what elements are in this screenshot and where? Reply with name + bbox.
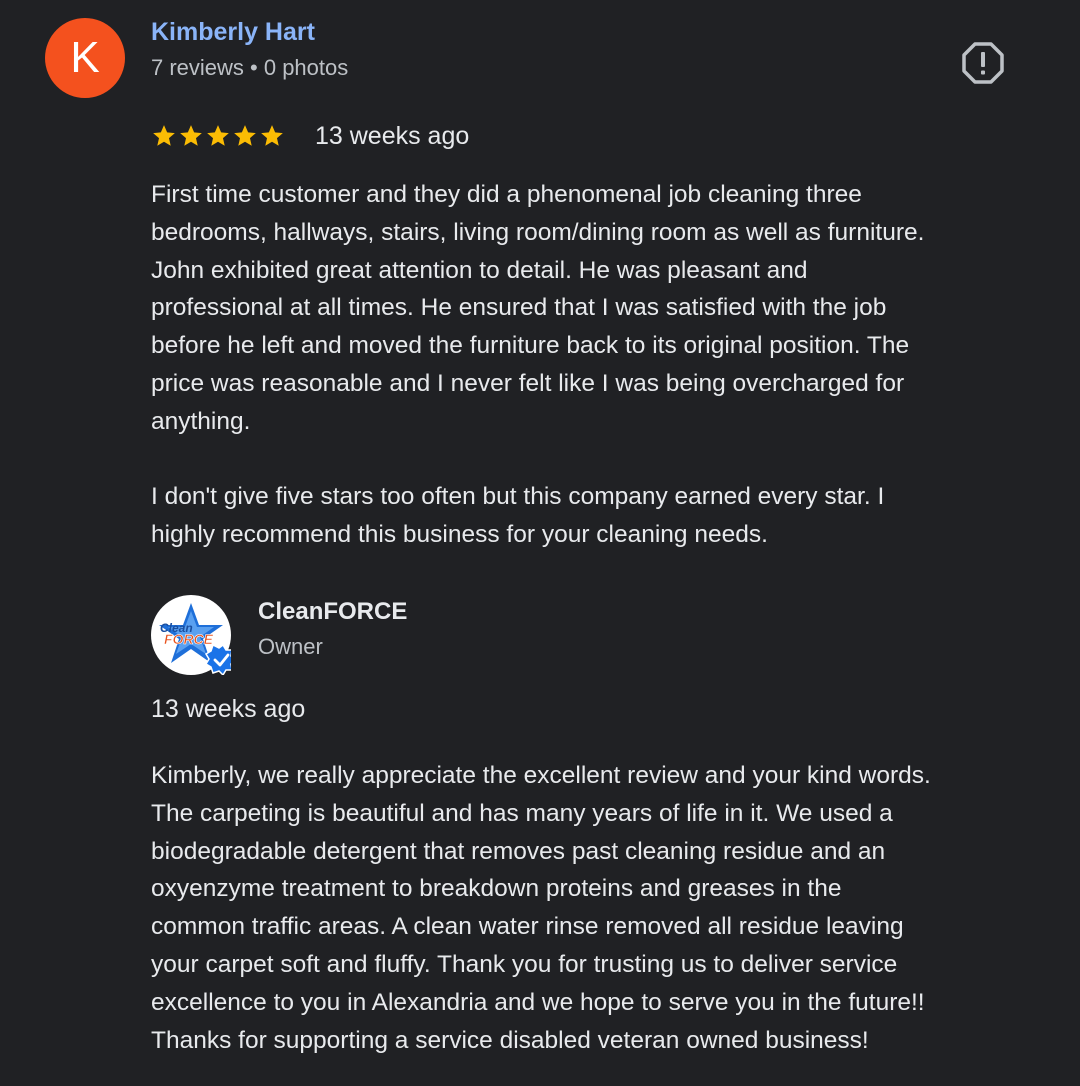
review-text-line: I don't give five stars too often but th… — [151, 483, 885, 511]
review-text-line: highly recommend this business for your … — [151, 521, 768, 549]
rating-row: 13 weeks ago — [151, 119, 469, 153]
reviewer-avatar[interactable]: K — [45, 18, 125, 98]
review-text-line: anything. — [151, 407, 251, 435]
star-icon — [261, 125, 283, 146]
review-text-line: First time customer and they did a pheno… — [151, 181, 862, 208]
star-icon — [207, 125, 229, 146]
star-icon — [180, 125, 202, 146]
report-review-button[interactable] — [956, 36, 1010, 90]
review-text: First time customer and they did a pheno… — [151, 176, 1046, 554]
review-text-line: professional at all times. He ensured th… — [151, 294, 887, 322]
review-text-line: John exhibited great attention to detail… — [151, 256, 808, 284]
response-text-line: Kimberly, we really appreciate the excel… — [151, 762, 931, 789]
logo-text-force: FORCE — [164, 631, 214, 647]
star-icon — [234, 125, 256, 146]
review-text-line: bedrooms, hallways, stairs, living room/… — [151, 218, 925, 246]
review-text-line: before he left and moved the furniture b… — [151, 332, 910, 360]
response-text-line: biodegradable detergent that removes pas… — [151, 837, 886, 865]
review-date: 13 weeks ago — [315, 121, 470, 150]
review-text-line: price was reasonable and I never felt li… — [151, 369, 905, 397]
response-text-line: Thanks for supporting a service disabled… — [151, 1026, 869, 1054]
owner-response-text: Kimberly, we really appreciate the excel… — [151, 757, 1046, 1059]
reviewer-meta: 7 reviews • 0 photos — [151, 55, 349, 80]
response-text-line: excellence to you in Alexandria and we h… — [151, 988, 925, 1016]
response-text-line: common traffic areas. A clean water rins… — [151, 913, 904, 941]
owner-logo[interactable]: Clean FORCE — [151, 595, 231, 675]
response-text-line: your carpet soft and fluffy. Thank you f… — [151, 950, 898, 978]
avatar-letter: K — [70, 33, 100, 82]
owner-response-date: 13 weeks ago — [151, 695, 306, 723]
owner-name[interactable]: CleanFORCE — [258, 598, 407, 626]
star-rating — [151, 123, 285, 149]
response-text-line: The carpeting is beautiful and has many … — [151, 799, 893, 827]
response-text-line: oxyenzyme treatment to breakdown protein… — [151, 875, 842, 903]
owner-role: Owner — [258, 634, 323, 659]
star-icon — [153, 125, 175, 146]
report-flag-icon — [962, 42, 1004, 84]
reviewer-name[interactable]: Kimberly Hart — [151, 18, 315, 47]
review-text-line — [151, 441, 1046, 479]
